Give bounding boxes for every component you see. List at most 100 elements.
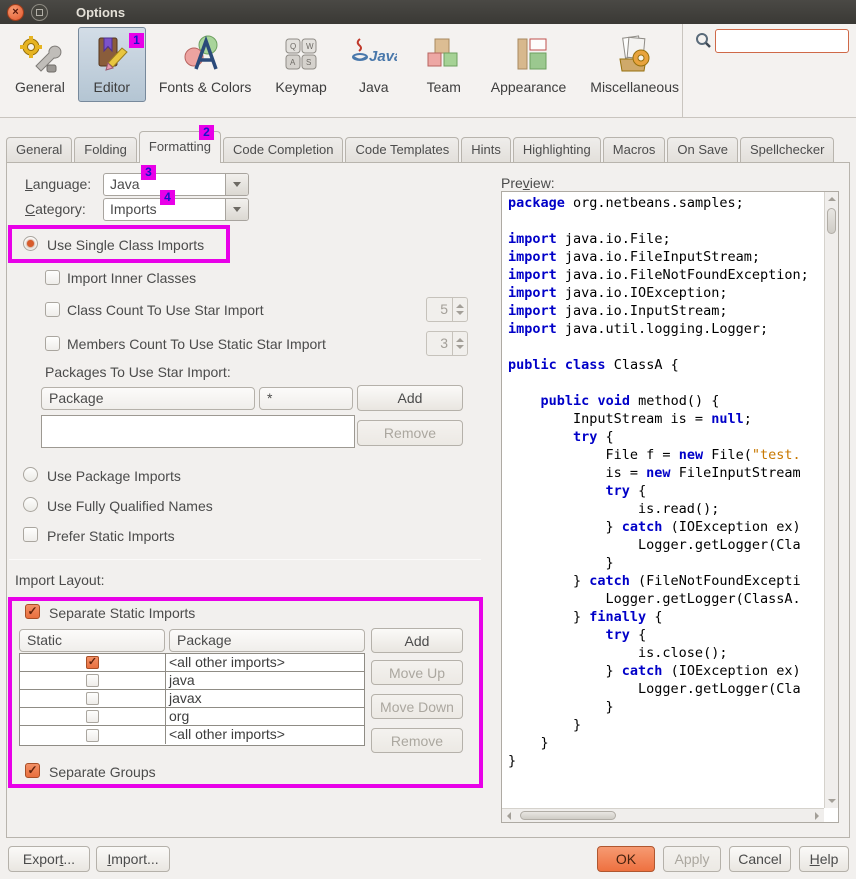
category-dropdown-button[interactable] (225, 199, 248, 220)
static-cell[interactable] (20, 672, 166, 689)
java-icon: Java (351, 33, 397, 77)
package-cell[interactable]: java (166, 672, 364, 689)
static-cell[interactable] (20, 726, 166, 744)
tab-highlighting[interactable]: Highlighting (513, 137, 601, 163)
table-row[interactable]: <all other imports> (20, 726, 364, 744)
star-column-header[interactable]: * (259, 387, 353, 410)
code-line: is.read(); (508, 500, 824, 518)
separate-static-imports-checkbox[interactable]: ✓ (25, 604, 40, 619)
tab-spellchecker[interactable]: Spellchecker (740, 137, 834, 163)
package-cell[interactable]: org (166, 708, 364, 725)
import-inner-classes-checkbox[interactable] (45, 270, 60, 285)
row-static-checkbox[interactable] (86, 692, 99, 705)
toolbar-item-appearance[interactable]: Appearance (480, 27, 578, 102)
tab-folding[interactable]: Folding (74, 137, 137, 163)
layout-remove-button[interactable]: Remove (371, 728, 463, 753)
apply-button[interactable]: Apply (663, 846, 721, 872)
export-button[interactable]: Export... (8, 846, 90, 872)
scroll-right-icon[interactable] (810, 809, 824, 823)
package-add-button[interactable]: Add (357, 385, 463, 411)
horizontal-scrollbar[interactable] (502, 808, 824, 822)
scroll-up-icon[interactable] (825, 192, 839, 206)
code-line: } finally { (508, 608, 824, 626)
code-line: } (508, 554, 824, 572)
toolbar-item-general[interactable]: General (4, 27, 76, 102)
scroll-down-icon[interactable] (825, 794, 839, 808)
spinner-arrows-icon[interactable] (452, 298, 467, 321)
class-count-checkbox[interactable] (45, 302, 60, 317)
tab-on-save[interactable]: On Save (667, 137, 738, 163)
separate-groups-checkbox[interactable]: ✓ (25, 763, 40, 778)
code-line: import java.util.logging.Logger; (508, 320, 824, 338)
tab-macros[interactable]: Macros (603, 137, 666, 163)
row-static-checkbox[interactable] (86, 674, 99, 687)
code-line: Logger.getLogger(Cla (508, 536, 824, 554)
package-column-header[interactable]: Package (41, 387, 255, 410)
cancel-button[interactable]: Cancel (729, 846, 791, 872)
tab-hints[interactable]: Hints (461, 137, 511, 163)
tab-code-templates[interactable]: Code Templates (345, 137, 459, 163)
use-package-imports-radio[interactable] (23, 467, 38, 482)
prefer-static-imports-checkbox[interactable] (23, 527, 38, 542)
search-input[interactable] (715, 29, 849, 53)
help-button[interactable]: Help (799, 846, 849, 872)
members-count-checkbox[interactable] (45, 336, 60, 351)
use-single-class-imports-radio[interactable] (23, 236, 38, 251)
code-line: try { (508, 626, 824, 644)
members-count-spinner[interactable]: 3 (426, 331, 468, 356)
row-static-checkbox[interactable]: ✓ (86, 656, 99, 669)
window-restore-button[interactable] (31, 4, 48, 21)
import-layout-label: Import Layout: (15, 572, 105, 588)
package-layout-column-header[interactable]: Package (169, 629, 365, 652)
toolbar-item-miscellaneous[interactable]: Miscellaneous (579, 27, 690, 102)
import-button[interactable]: Import... (96, 846, 170, 872)
table-row[interactable]: java (20, 672, 364, 690)
ok-button[interactable]: OK (597, 846, 655, 872)
toolbar-item-keymap[interactable]: QW AS Keymap (264, 27, 337, 102)
vertical-scrollbar[interactable] (824, 192, 838, 808)
scroll-left-icon[interactable] (502, 809, 516, 823)
code-line: InputStream is = null; (508, 410, 824, 428)
package-cell[interactable]: <all other imports> (166, 726, 364, 744)
window-close-button[interactable]: × (7, 4, 24, 21)
use-single-class-imports-label: Use Single Class Imports (47, 237, 204, 253)
move-up-button[interactable]: Move Up (371, 660, 463, 685)
titlebar: × Options (0, 0, 856, 24)
toolbar-label-java: Java (359, 79, 389, 95)
prefer-static-imports-label: Prefer Static Imports (47, 528, 175, 544)
editor-icon (89, 33, 135, 77)
horizontal-scroll-thumb[interactable] (520, 811, 616, 820)
import-layout-table[interactable]: ✓<all other imports>javajavaxorg<all oth… (19, 653, 365, 746)
language-dropdown-button[interactable] (225, 174, 248, 195)
svg-text:S: S (306, 58, 311, 67)
toolbar-item-java[interactable]: Java Java (340, 27, 408, 102)
toolbar-item-team[interactable]: Team (410, 27, 478, 102)
table-row[interactable]: javax (20, 690, 364, 708)
row-static-checkbox[interactable] (86, 729, 99, 742)
package-cell[interactable]: javax (166, 690, 364, 707)
star-import-packages-list[interactable] (41, 415, 355, 448)
layout-add-button[interactable]: Add (371, 628, 463, 653)
spinner-arrows-icon[interactable] (452, 332, 467, 355)
tab-code-completion[interactable]: Code Completion (223, 137, 343, 163)
tab-general[interactable]: General (6, 137, 72, 163)
static-cell[interactable] (20, 708, 166, 725)
package-remove-button[interactable]: Remove (357, 420, 463, 446)
package-cell[interactable]: <all other imports> (166, 654, 364, 671)
vertical-scroll-thumb[interactable] (827, 208, 836, 234)
static-cell[interactable]: ✓ (20, 654, 166, 671)
class-count-spinner[interactable]: 5 (426, 297, 468, 322)
static-column-header[interactable]: Static (19, 629, 165, 652)
table-row[interactable]: org (20, 708, 364, 726)
svg-text:Q: Q (290, 42, 296, 51)
table-row[interactable]: ✓ <all other imports> (20, 654, 364, 672)
language-dropdown[interactable]: Java (103, 173, 249, 196)
static-cell[interactable] (20, 690, 166, 707)
toolbar-label-keymap: Keymap (275, 79, 326, 95)
use-fully-qualified-names-radio[interactable] (23, 497, 38, 512)
move-down-button[interactable]: Move Down (371, 694, 463, 719)
code-line: } catch (IOException ex) (508, 518, 824, 536)
row-static-checkbox[interactable] (86, 710, 99, 723)
toolbar-item-fonts-colors[interactable]: Fonts & Colors (148, 27, 263, 102)
category-dropdown[interactable]: Imports (103, 198, 249, 221)
